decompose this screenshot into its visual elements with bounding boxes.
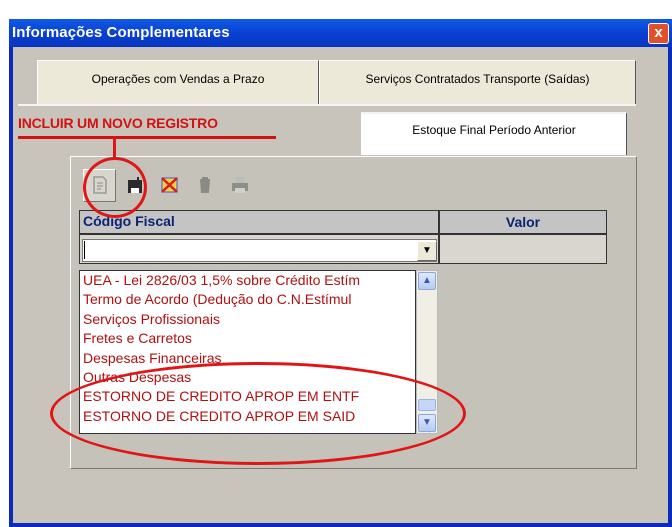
list-item[interactable]: UEA - Lei 2826/03 1,5% sobre Crédito Est… xyxy=(80,271,415,290)
window-title: Informações Complementares xyxy=(12,24,230,41)
chevron-down-icon: ▼ xyxy=(422,245,432,256)
delete-button[interactable] xyxy=(153,169,186,202)
trash-button[interactable] xyxy=(188,169,221,202)
combo-dropdown-button[interactable]: ▼ xyxy=(417,241,437,261)
trash-icon xyxy=(199,177,210,193)
tab-servicos-contratados-transporte[interactable]: Serviços Contratados Transporte (Saídas) xyxy=(319,60,636,105)
codigo-fiscal-combo[interactable] xyxy=(82,239,437,262)
column-header-codigo-fiscal[interactable]: Código Fiscal xyxy=(79,210,439,234)
tab-divider xyxy=(18,104,636,106)
annotation-underline xyxy=(18,136,276,139)
scroll-up-button[interactable]: ▲ xyxy=(418,272,436,290)
list-item[interactable]: Serviços Profissionais xyxy=(80,310,415,329)
column-header-valor[interactable]: Valor xyxy=(439,210,607,234)
annotation-circle-toolbar xyxy=(83,157,147,218)
text-caret xyxy=(84,241,85,259)
tab-operacoes-vendas-prazo[interactable]: Operações com Vendas a Prazo xyxy=(37,60,319,105)
delete-icon xyxy=(160,177,178,193)
chevron-up-icon: ▲ xyxy=(422,275,432,286)
close-button[interactable]: x xyxy=(648,23,669,44)
grid-cell-valor[interactable] xyxy=(439,234,607,264)
annotation-circle-options xyxy=(50,362,466,465)
print-button[interactable] xyxy=(223,169,256,202)
list-item[interactable]: Termo de Acordo (Dedução do C.N.Estímul xyxy=(80,290,415,309)
close-icon: x xyxy=(654,24,663,41)
annotation-incluir-label: INCLUIR UM NOVO REGISTRO xyxy=(18,115,218,131)
annotation-connector-line xyxy=(113,137,116,159)
tab-estoque-final[interactable]: Estoque Final Período Anterior xyxy=(361,112,627,155)
list-item[interactable]: Fretes e Carretos xyxy=(80,329,415,348)
print-icon xyxy=(231,177,248,193)
